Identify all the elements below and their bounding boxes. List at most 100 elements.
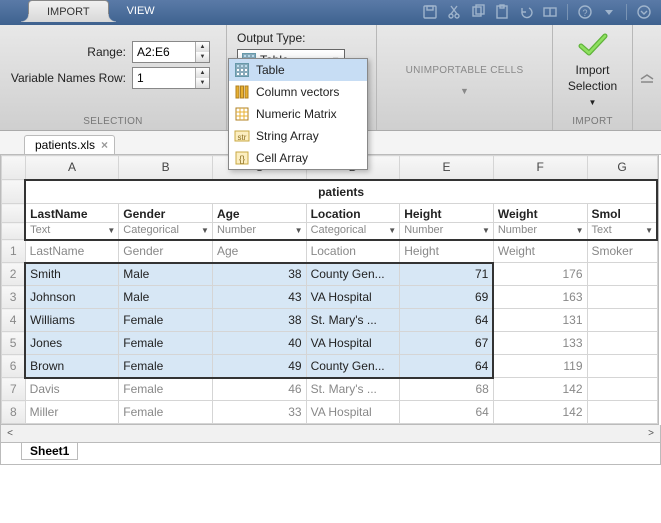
scroll-left-button[interactable]: < — [1, 426, 19, 442]
column-header[interactable]: B — [119, 156, 213, 180]
cell[interactable]: Male — [119, 286, 213, 309]
column-header[interactable]: E — [400, 156, 494, 180]
cell[interactable]: Weight — [493, 240, 587, 263]
field-type-selector[interactable]: Text▼ — [25, 223, 119, 240]
field-header[interactable]: Smol — [587, 204, 657, 223]
cell[interactable]: 131 — [493, 309, 587, 332]
column-header[interactable]: A — [25, 156, 119, 180]
cell[interactable]: VA Hospital — [306, 401, 400, 424]
field-type-selector[interactable]: Number▼ — [212, 223, 306, 240]
cell[interactable]: 64 — [400, 401, 494, 424]
cell[interactable]: Smith — [25, 263, 119, 286]
cell[interactable]: 38 — [212, 263, 306, 286]
horizontal-scrollbar[interactable]: < > — [0, 425, 661, 443]
cell[interactable]: Location — [306, 240, 400, 263]
cut-icon[interactable] — [445, 3, 463, 21]
row-number[interactable]: 8 — [2, 401, 26, 424]
cell[interactable]: 46 — [212, 378, 306, 401]
copy-icon[interactable] — [469, 3, 487, 21]
cell[interactable]: Female — [119, 355, 213, 378]
cell[interactable]: 43 — [212, 286, 306, 309]
cell[interactable]: County Gen... — [306, 355, 400, 378]
close-file-icon[interactable]: × — [101, 138, 108, 152]
row-number[interactable]: 3 — [2, 286, 26, 309]
field-type-selector[interactable]: Categorical▼ — [119, 223, 213, 240]
cell[interactable]: Williams — [25, 309, 119, 332]
tab-view[interactable]: VIEW — [109, 0, 173, 22]
cell[interactable] — [587, 355, 657, 378]
import-button[interactable]: ImportSelection ▼ IMPORT — [553, 25, 633, 130]
field-header[interactable]: Gender — [119, 204, 213, 223]
cell[interactable] — [587, 332, 657, 355]
range-spin-down[interactable]: ▼ — [196, 52, 209, 62]
scroll-track[interactable] — [19, 426, 642, 442]
file-tab[interactable]: patients.xls × — [24, 135, 115, 154]
cell[interactable]: 64 — [400, 355, 494, 378]
dropdown-option-string-array[interactable]: strString Array — [229, 125, 367, 147]
cell[interactable]: 33 — [212, 401, 306, 424]
range-spin-up[interactable]: ▲ — [196, 42, 209, 52]
cell[interactable]: 119 — [493, 355, 587, 378]
field-type-selector[interactable]: Number▼ — [400, 223, 494, 240]
varnames-input[interactable] — [133, 68, 195, 88]
field-type-selector[interactable]: Text▼ — [587, 223, 657, 240]
cell[interactable]: Female — [119, 401, 213, 424]
tab-import[interactable]: IMPORT — [28, 0, 109, 22]
range-input-wrap[interactable]: ▲▼ — [132, 41, 210, 63]
field-header[interactable]: Location — [306, 204, 400, 223]
cell[interactable]: 64 — [400, 309, 494, 332]
cell[interactable] — [587, 378, 657, 401]
cell[interactable]: Brown — [25, 355, 119, 378]
cell[interactable]: 71 — [400, 263, 494, 286]
field-type-selector[interactable]: Categorical▼ — [306, 223, 400, 240]
cell[interactable]: VA Hospital — [306, 332, 400, 355]
cell[interactable]: Male — [119, 263, 213, 286]
row-number[interactable]: 7 — [2, 378, 26, 401]
paste-icon[interactable] — [493, 3, 511, 21]
field-header[interactable]: Weight — [493, 204, 587, 223]
cell[interactable]: Female — [119, 378, 213, 401]
dropdown-option-table[interactable]: Table — [229, 59, 367, 81]
row-number[interactable]: 2 — [2, 263, 26, 286]
field-header[interactable]: LastName — [25, 204, 119, 223]
dropdown-option-numeric-matrix[interactable]: Numeric Matrix — [229, 103, 367, 125]
table-name[interactable]: patients — [25, 180, 657, 204]
cell[interactable]: Miller — [25, 401, 119, 424]
dropdown-option-column-vectors[interactable]: Column vectors — [229, 81, 367, 103]
varnames-input-wrap[interactable]: ▲▼ — [132, 67, 210, 89]
cell[interactable]: 176 — [493, 263, 587, 286]
save-icon[interactable] — [421, 3, 439, 21]
range-input[interactable] — [133, 42, 195, 62]
unimportable-cells-group[interactable]: UNIMPORTABLE CELLS ▼ — [377, 25, 553, 130]
field-header[interactable]: Age — [212, 204, 306, 223]
cell[interactable] — [587, 263, 657, 286]
help-icon[interactable]: ? — [576, 3, 594, 21]
cell[interactable]: 49 — [212, 355, 306, 378]
field-header[interactable]: Height — [400, 204, 494, 223]
cell[interactable]: 38 — [212, 309, 306, 332]
cell[interactable]: St. Mary's ... — [306, 309, 400, 332]
row-number[interactable]: 6 — [2, 355, 26, 378]
varnames-spin-up[interactable]: ▲ — [196, 68, 209, 78]
switch-icon[interactable] — [541, 3, 559, 21]
cell[interactable]: 133 — [493, 332, 587, 355]
minimize-ribbon-icon[interactable] — [635, 3, 653, 21]
cell[interactable]: LastName — [25, 240, 119, 263]
cell[interactable]: Gender — [119, 240, 213, 263]
column-header[interactable]: F — [493, 156, 587, 180]
cell[interactable]: Age — [212, 240, 306, 263]
column-header[interactable]: G — [587, 156, 657, 180]
sheet-tab[interactable]: Sheet1 — [21, 443, 78, 460]
scroll-right-button[interactable]: > — [642, 426, 660, 442]
cell[interactable]: 163 — [493, 286, 587, 309]
cell[interactable] — [587, 309, 657, 332]
cell[interactable]: Height — [400, 240, 494, 263]
cell[interactable]: 68 — [400, 378, 494, 401]
toolbar-dropdown-icon[interactable] — [600, 3, 618, 21]
cell[interactable]: Jones — [25, 332, 119, 355]
cell[interactable]: Davis — [25, 378, 119, 401]
cell[interactable]: Johnson — [25, 286, 119, 309]
collapse-ribbon-button[interactable] — [633, 25, 661, 130]
cell[interactable]: Female — [119, 332, 213, 355]
field-type-selector[interactable]: Number▼ — [493, 223, 587, 240]
